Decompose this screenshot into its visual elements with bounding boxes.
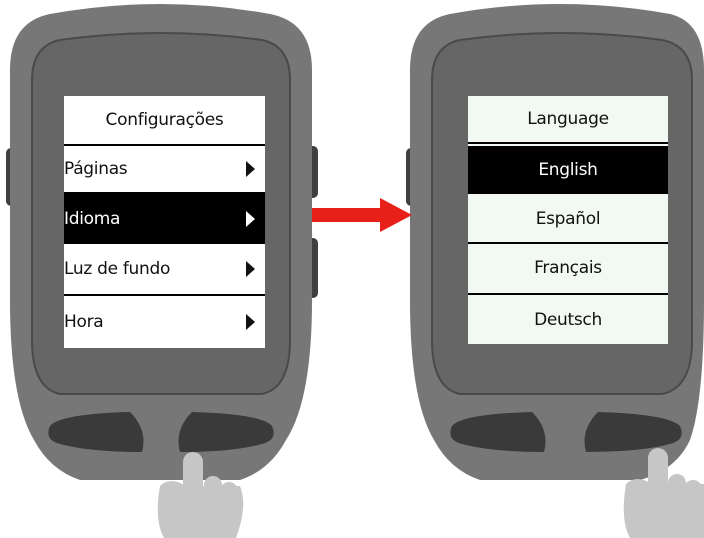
menu-title: Configurações: [64, 96, 265, 144]
divider: [468, 293, 668, 295]
menu-item-hora[interactable]: Hora: [64, 297, 265, 347]
language-option-francais[interactable]: Français: [468, 244, 668, 292]
menu-item-label: Luz de fundo: [64, 259, 171, 279]
left-device-screen: Configurações Páginas Idioma Luz de fund…: [64, 96, 265, 348]
right-arrow-icon: [312, 198, 412, 232]
language-option-label: English: [538, 160, 598, 180]
menu-title-text: Language: [527, 109, 609, 129]
language-option-deutsch[interactable]: Deutsch: [468, 296, 668, 344]
menu-title-text: Configurações: [105, 110, 224, 130]
menu-item-label: Idioma: [64, 209, 121, 229]
language-option-label: Français: [534, 258, 602, 278]
menu-item-label: Páginas: [64, 158, 128, 179]
language-option-english[interactable]: English: [468, 146, 668, 194]
menu-item-label: Hora: [64, 312, 104, 332]
divider: [64, 294, 265, 296]
menu-title: Language: [468, 96, 668, 142]
menu-item-paginas[interactable]: Páginas: [64, 146, 265, 191]
illustration: Configurações Páginas Idioma Luz de fund…: [0, 0, 704, 538]
language-option-espanol[interactable]: Español: [468, 196, 668, 242]
language-option-label: Español: [535, 209, 601, 229]
chevron-right-icon: [246, 261, 255, 277]
divider: [468, 142, 668, 144]
right-device-screen: Language English Español Français Deutsc…: [468, 96, 668, 344]
chevron-right-icon: [246, 314, 255, 330]
menu-item-luz-de-fundo[interactable]: Luz de fundo: [64, 246, 265, 292]
chevron-right-icon: [246, 211, 255, 227]
menu-item-idioma[interactable]: Idioma: [64, 194, 265, 244]
language-option-label: Deutsch: [534, 310, 602, 330]
chevron-right-icon: [246, 160, 255, 177]
